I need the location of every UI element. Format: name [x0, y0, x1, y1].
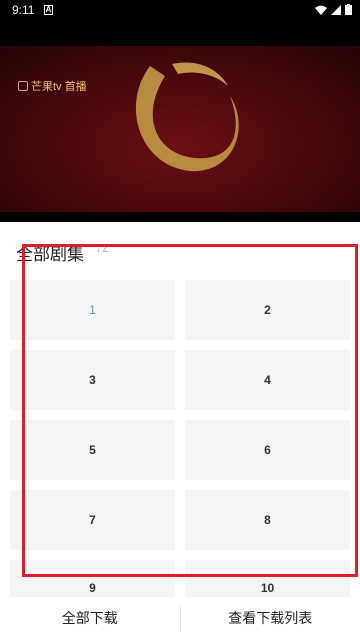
signal-icon	[331, 4, 341, 15]
battery-icon	[345, 4, 352, 15]
episode-number: 2	[264, 303, 271, 317]
episode-number: 7	[89, 513, 96, 527]
video-frame	[0, 46, 360, 212]
status-time: 9:11	[12, 3, 35, 17]
episode-number: 3	[89, 373, 96, 387]
video-watermark: 芒果tv 首播	[18, 78, 87, 94]
episode-cell[interactable]: 4	[185, 350, 350, 410]
episode-number: 9	[89, 581, 96, 595]
wifi-icon	[315, 5, 327, 15]
episode-cell[interactable]: 2	[185, 280, 350, 340]
sheet-title: 全部剧集	[16, 245, 84, 265]
episode-number: 5	[89, 443, 96, 457]
mgtv-logo-icon	[18, 81, 28, 91]
episode-cell[interactable]: 1	[10, 280, 175, 340]
video-logo-text: 芒果tv 首播	[31, 81, 87, 93]
video-swirl-graphic	[135, 62, 239, 172]
episode-number: 6	[264, 443, 271, 457]
episode-sheet: 全部剧集 ↕z 1 2 3 4 5 6 7 8 9 10	[0, 222, 360, 639]
episode-number: 1	[89, 303, 96, 317]
status-bar: 9:11 A	[0, 0, 360, 22]
sort-icon[interactable]: ↕z	[95, 239, 109, 255]
episode-cell[interactable]: 9	[10, 560, 175, 597]
view-download-list-button[interactable]: 查看下载列表	[181, 597, 360, 639]
download-all-button[interactable]: 全部下载	[0, 597, 180, 639]
episode-number: 8	[264, 513, 271, 527]
episode-cell[interactable]: 8	[185, 490, 350, 550]
status-icons	[315, 4, 352, 15]
episode-cell[interactable]: 6	[185, 420, 350, 480]
episode-cell[interactable]: 5	[10, 420, 175, 480]
bottom-action-bar: 全部下载 查看下载列表	[0, 597, 360, 639]
notification-icon: A	[44, 5, 53, 15]
episode-cell[interactable]: 7	[10, 490, 175, 550]
episode-number: 4	[264, 373, 271, 387]
video-player[interactable]: 芒果tv 首播	[0, 22, 360, 222]
episode-cell[interactable]: 3	[10, 350, 175, 410]
episode-number: 10	[260, 581, 275, 595]
episode-cell[interactable]: 10	[185, 560, 350, 597]
